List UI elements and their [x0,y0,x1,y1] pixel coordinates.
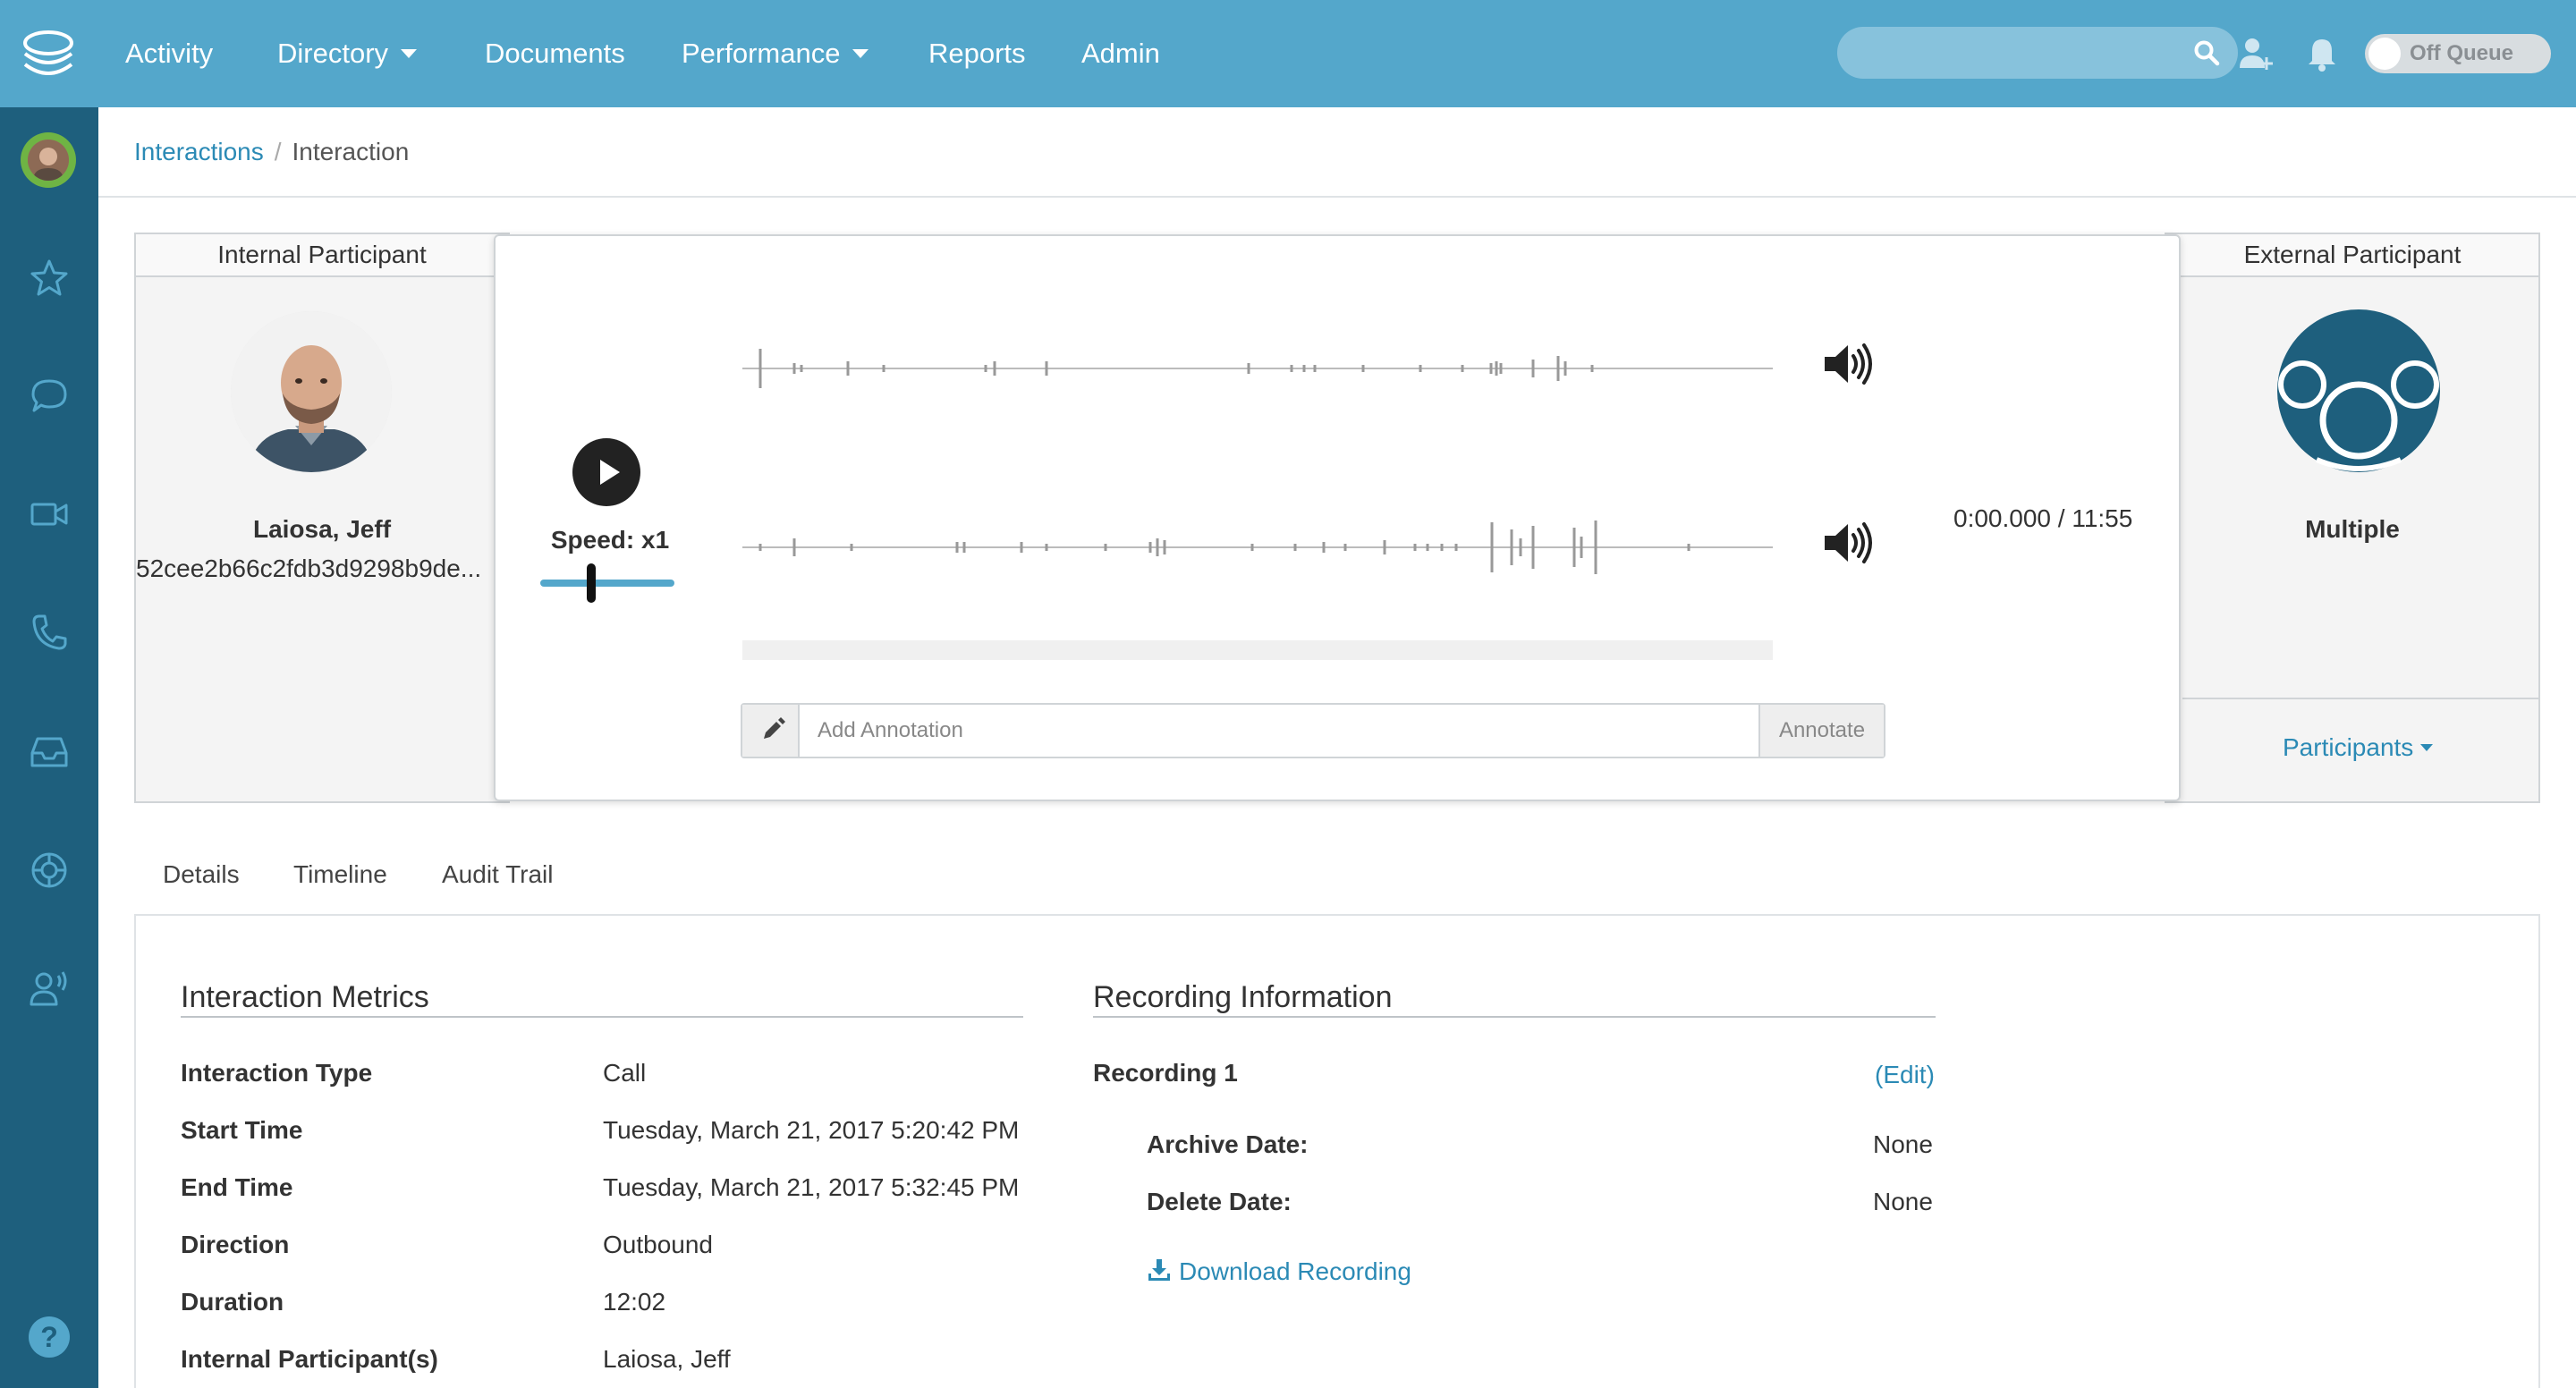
metric-label: End Time [181,1173,293,1201]
breadcrumb: Interactions / Interaction [134,134,409,170]
recording-information-title: Recording Information [1093,980,1393,1014]
metric-value: Call [603,1059,647,1087]
metric-value: Outbound [603,1231,713,1258]
metric-value: Tuesday, March 21, 2017 5:20:42 PM [603,1116,1020,1144]
lifebuoy-icon[interactable] [29,850,70,891]
details-panel: Interaction Metrics Interaction Type Cal… [134,914,2540,1388]
search-input[interactable] [1837,27,2238,79]
metric-label: Direction [181,1231,290,1258]
volume-icon[interactable] [1821,342,1875,386]
phone-icon[interactable] [29,612,70,653]
metric-label: Internal Participant(s) [181,1345,438,1373]
download-recording-label: Download Recording [1179,1257,1411,1285]
metric-label: Start Time [181,1116,303,1144]
divider [181,1016,1023,1018]
nav-admin[interactable]: Admin [1081,34,1160,73]
speed-slider-thumb[interactable] [587,563,596,603]
volume-icon[interactable] [1821,520,1875,565]
chevron-down-icon [401,49,418,58]
bell-icon[interactable] [2302,34,2342,73]
playback-progress[interactable] [742,640,1773,660]
interaction-metrics-title: Interaction Metrics [181,980,429,1014]
logo-icon[interactable] [20,25,77,82]
divider [98,196,2576,198]
search-icon[interactable] [2193,39,2220,66]
participants-dropdown[interactable]: Participants [2283,733,2434,762]
inbox-icon[interactable] [29,732,70,773]
delete-date-label: Delete Date: [1147,1188,1292,1215]
toggle-knob [2368,38,2401,70]
sidebar: ? [0,107,98,1388]
waveform-internal[interactable] [742,342,1773,395]
metric-value: 12:02 [603,1288,666,1316]
metric-value: Tuesday, March 21, 2017 5:32:45 PM [603,1173,1020,1201]
external-participant-header: External Participant [2166,234,2538,277]
tab-details[interactable]: Details [163,860,240,889]
play-button[interactable] [572,438,640,506]
tab-audit-trail[interactable]: Audit Trail [442,860,554,889]
internal-participant-id: 52cee2b66c2fdb3d9298b9de... [136,554,482,582]
speed-slider[interactable] [540,563,674,603]
user-voice-icon[interactable] [29,968,70,1009]
archive-date-value: None [1873,1130,1933,1158]
annotation-group: Annotate [741,703,1885,758]
speed-label: Speed: x1 [550,526,670,554]
download-recording-link[interactable]: Download Recording [1147,1257,1411,1286]
top-navbar: Activity Directory Documents Performance… [0,0,2576,107]
breadcrumb-current: Interaction [292,138,410,165]
archive-date-label: Archive Date: [1147,1130,1309,1158]
divider [1093,1016,1936,1018]
recording-name: Recording 1 [1093,1059,1238,1087]
annotate-button[interactable]: Annotate [1758,705,1884,757]
external-participant-name: Multiple [2305,515,2400,543]
breadcrumb-separator: / [274,138,282,165]
waveform-external[interactable] [742,520,1773,574]
nav-performance[interactable]: Performance [682,34,869,73]
add-user-icon[interactable] [2236,34,2275,73]
queue-toggle-label: Off Queue [2410,41,2514,65]
chevron-down-icon [2420,744,2434,751]
nav-directory[interactable]: Directory [277,34,418,73]
playback-time: 0:00.000 / 11:55 [1953,504,2133,532]
metric-label: Interaction Type [181,1059,373,1087]
audio-player: Speed: x1 0:00.000 / 11:55 Add Annotatio… [494,234,2181,801]
help-icon[interactable]: ? [29,1316,70,1358]
chevron-down-icon [852,49,869,58]
queue-toggle[interactable]: Off Queue [2365,34,2551,73]
nav-activity[interactable]: Activity [125,34,213,73]
delete-date-value: None [1873,1188,1933,1215]
edit-recording-link[interactable]: (Edit) [1875,1061,1935,1089]
avatar-photo [28,140,69,181]
divider [2182,698,2538,699]
chat-icon[interactable] [29,376,70,417]
video-icon[interactable] [29,494,70,535]
internal-participant-name: Laiosa, Jeff [252,515,392,543]
metric-value: Laiosa, Jeff [603,1345,731,1373]
annotation-input[interactable] [800,705,1760,757]
star-icon[interactable] [29,258,70,299]
tab-timeline[interactable]: Timeline [293,860,387,889]
play-icon [600,460,620,485]
pencil-icon [742,705,800,757]
nav-documents[interactable]: Documents [485,34,625,73]
nav-reports[interactable]: Reports [928,34,1026,73]
participant-photo [231,311,392,472]
download-icon [1148,1259,1170,1281]
group-avatar-icon [2277,309,2440,472]
internal-participant-header: Internal Participant [136,234,508,277]
avatar[interactable] [21,132,76,188]
metric-label: Duration [181,1288,284,1316]
breadcrumb-interactions-link[interactable]: Interactions [134,138,264,165]
